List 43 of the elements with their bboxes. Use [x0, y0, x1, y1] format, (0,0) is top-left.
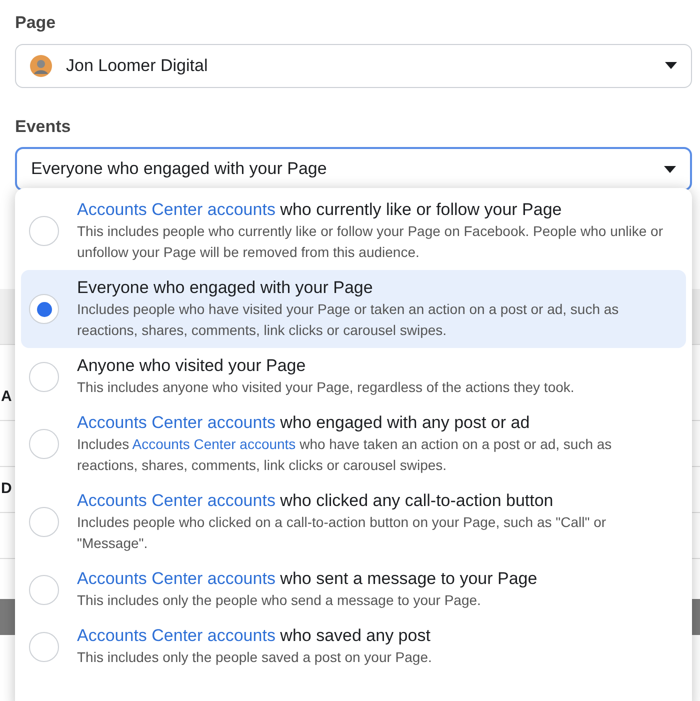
link[interactable]: Accounts Center accounts: [77, 413, 276, 432]
option-title: Accounts Center accounts who saved any post: [77, 625, 432, 647]
radio-button[interactable]: [29, 632, 59, 662]
link[interactable]: Accounts Center accounts: [132, 436, 296, 452]
option-title: Accounts Center accounts who clicked any call-to-action button: [77, 490, 554, 512]
link[interactable]: Accounts Center accounts: [77, 569, 276, 588]
option-description: This includes people who currently like or follow your Page on Facebook. People who unlike or unfollow your Page will be removed from this audience.: [77, 222, 664, 262]
dropdown-select[interactable]: Jon Loomer Digital: [15, 44, 692, 88]
option-description: This includes only the people saved a post on your Page.: [77, 648, 432, 667]
caret-icon: [665, 62, 677, 69]
menu-option[interactable]: Anyone who visited your Page This includes anyone who visited your Page, regardless of the actions they took.: [21, 348, 686, 405]
radio-button[interactable]: [29, 216, 59, 246]
partial-label: A: [1, 387, 12, 408]
menu-option[interactable]: Everyone who engaged with your Page Includes people who have visited your Page or taken an action on a post or ad, such as reactions, shares, comments, link clicks or carousel swipes.: [21, 270, 686, 348]
option-description: This includes only the people who send a message to your Page.: [77, 591, 482, 610]
option-title: Accounts Center accounts who engaged with any post or ad: [77, 412, 531, 434]
caret-icon: [664, 166, 676, 172]
option-title: Anyone who visited your Page: [77, 355, 307, 377]
radio-button[interactable]: [29, 429, 59, 459]
option-title: Everyone who engaged with your Page: [77, 277, 374, 299]
option-description: This includes anyone who visited your Page, regardless of the actions they took.: [77, 378, 574, 397]
link[interactable]: Accounts Center accounts: [77, 491, 276, 510]
menu-option[interactable]: Accounts Center accounts who sent a message to your Page This includes only the people who send a message to your Page.: [21, 561, 686, 618]
menu-option[interactable]: Accounts Center accounts who saved any post This includes only the people saved a post on your Page.: [21, 618, 686, 675]
field-label: Events: [15, 116, 72, 138]
radio-button[interactable]: [29, 362, 59, 392]
option-title: Accounts Center accounts who sent a message to your Page: [77, 568, 538, 590]
radio-button[interactable]: [29, 574, 59, 604]
select-value: Jon Loomer Digital: [66, 54, 208, 77]
option-title: Accounts Center accounts who currently like or follow your Page: [77, 199, 563, 221]
dropdown-select[interactable]: Everyone who engaged with your Page: [15, 147, 692, 191]
link[interactable]: Accounts Center accounts: [77, 626, 276, 645]
radio-button[interactable]: [29, 294, 59, 324]
partial-label: D: [1, 479, 12, 500]
radio-button[interactable]: [29, 507, 59, 537]
option-description: Includes people who clicked on a call-to-action button on your Page, such as "Call" or "Message".: [77, 513, 608, 553]
field-label: Page: [15, 12, 57, 34]
option-description: Includes Accounts Center accounts who have taken an action on a post or ad, such as reactions, shares, comments, link clicks or carousel swipes.: [77, 435, 613, 475]
menu-option[interactable]: Accounts Center accounts who clicked any call-to-action button Includes people who clicked on a call-to-action button on your Page, such as "Call" or "Message".: [21, 483, 686, 561]
select-value: Everyone who engaged with your Page: [31, 158, 327, 180]
avatar-icon: [30, 54, 52, 76]
link[interactable]: Accounts Center accounts: [77, 200, 276, 219]
option-description: Includes people who have visited your Page or taken an action on a post or ad, such as reactions, shares, comments, link clicks or carousel swipes.: [77, 300, 620, 340]
